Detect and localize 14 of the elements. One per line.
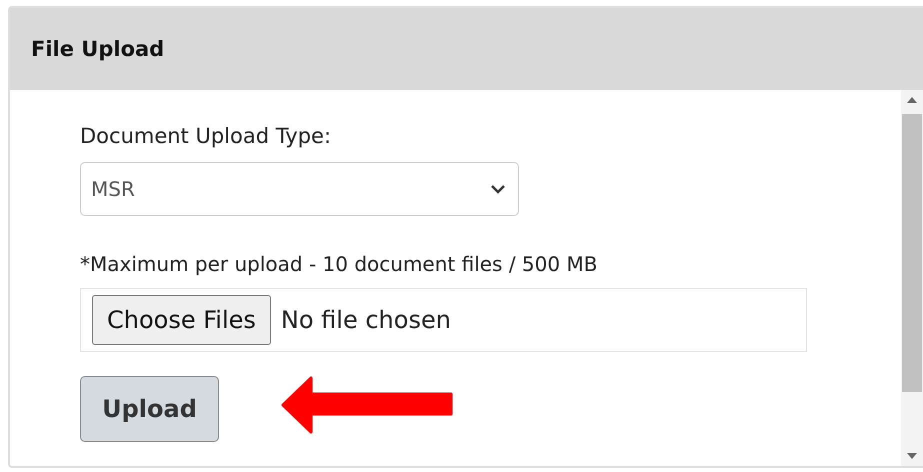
scroll-thumb[interactable] <box>902 114 922 392</box>
choose-files-button[interactable]: Choose Files <box>92 295 271 345</box>
scroll-down-icon[interactable] <box>906 452 918 460</box>
document-type-dropdown[interactable]: MSR <box>80 162 519 216</box>
chevron-down-icon <box>490 184 506 194</box>
scroll-up-icon[interactable] <box>906 96 918 104</box>
upload-button[interactable]: Upload <box>80 376 219 442</box>
file-status-text: No file chosen <box>280 306 451 334</box>
document-type-label: Document Upload Type: <box>80 124 332 148</box>
scrollbar[interactable] <box>901 90 923 466</box>
upload-limit-note: *Maximum per upload - 10 document files / 500 MB <box>80 252 598 276</box>
panel-title: File Upload <box>31 37 164 61</box>
arrow-icon <box>281 376 453 434</box>
file-input-field[interactable]: Choose Files No file chosen <box>80 288 807 352</box>
